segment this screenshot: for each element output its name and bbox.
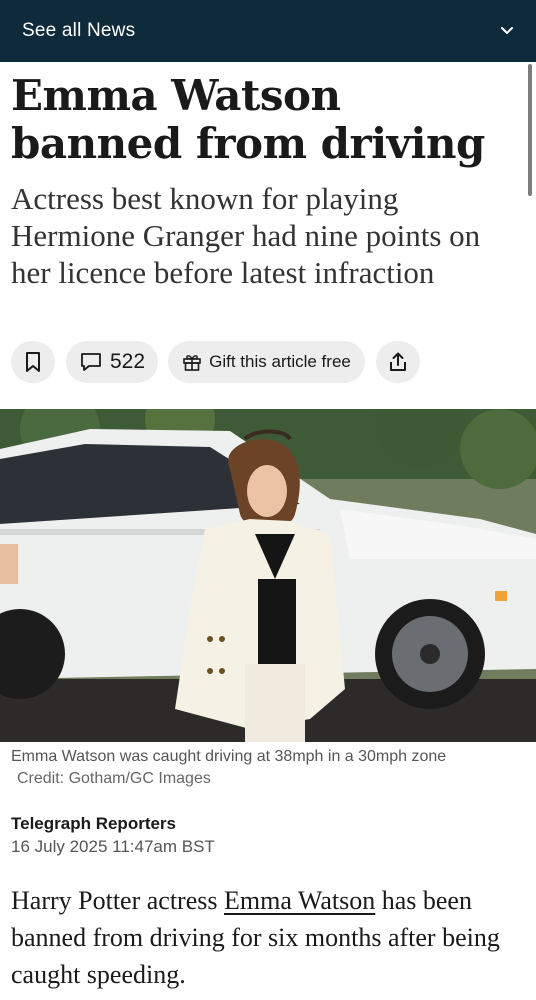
see-all-news-bar[interactable]: See all News bbox=[0, 0, 536, 62]
see-all-news-label: See all News bbox=[22, 20, 136, 41]
comment-count: 522 bbox=[109, 350, 146, 373]
share-button[interactable] bbox=[376, 341, 420, 383]
image-caption: Emma Watson was caught driving at 38mph … bbox=[11, 746, 531, 790]
byline: Telegraph Reporters 16 July 2025 11:47am… bbox=[11, 813, 531, 859]
bookmark-button[interactable] bbox=[11, 341, 55, 383]
comment-icon bbox=[81, 353, 101, 371]
share-icon bbox=[390, 352, 406, 371]
gift-article-label: Gift this article free bbox=[209, 352, 351, 371]
gift-article-button[interactable]: Gift this article free bbox=[168, 341, 365, 383]
comments-button[interactable]: 522 bbox=[66, 341, 158, 383]
gift-icon bbox=[183, 355, 201, 371]
article-standfirst: Actress best known for playing Hermione … bbox=[11, 181, 481, 290]
scrollbar[interactable] bbox=[528, 64, 532, 196]
publish-date: 16 July 2025 11:47am BST bbox=[11, 837, 215, 856]
emma-watson-link[interactable]: Emma Watson bbox=[224, 886, 375, 915]
image-credit: Credit: Gotham/GC Images bbox=[17, 770, 211, 787]
bookmark-icon bbox=[26, 352, 40, 372]
article-headline: Emma Watson banned from driving bbox=[11, 71, 485, 168]
chevron-down-icon[interactable] bbox=[500, 24, 514, 38]
caption-text: Emma Watson was caught driving at 38mph … bbox=[11, 748, 447, 765]
body-text-start: Harry Potter actress bbox=[11, 886, 224, 915]
author-name[interactable]: Telegraph Reporters bbox=[11, 813, 531, 835]
article-photo bbox=[0, 409, 536, 742]
article-body-paragraph: Harry Potter actress Emma Watson has bee… bbox=[11, 882, 526, 993]
